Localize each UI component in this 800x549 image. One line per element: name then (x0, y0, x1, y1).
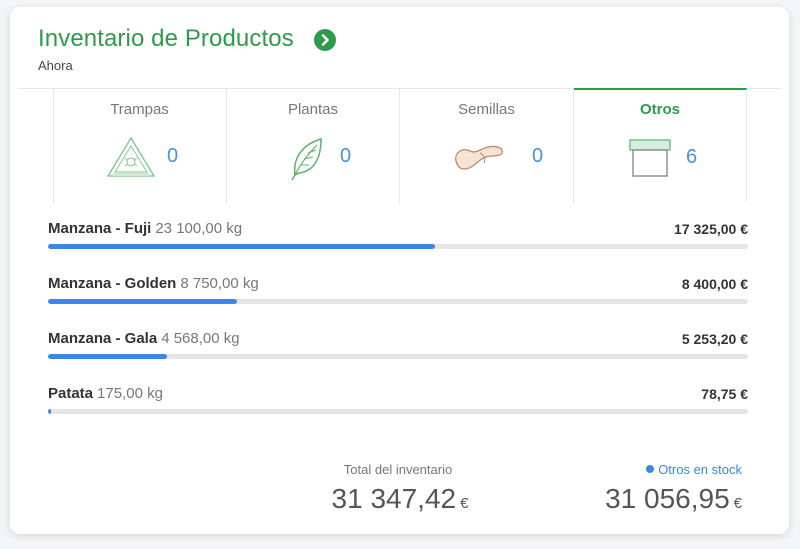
progress-bar (48, 354, 748, 359)
tab-trampas[interactable]: Trampas 0 (53, 89, 227, 203)
progress-bar (48, 244, 748, 249)
total-value: 31 347,42 € (331, 483, 469, 514)
progress-bar (48, 299, 748, 304)
box-icon (628, 138, 672, 183)
tab-otros[interactable]: Otros 6 (574, 88, 747, 202)
progress-fill (48, 299, 237, 304)
product-name: Manzana - Gala 4 568,00 kg (48, 330, 240, 347)
product-qty: 175,00 kg (97, 385, 163, 402)
trap-triangle-icon (105, 134, 157, 185)
list-item[interactable]: Patata 175,00 kg 78,75 € (48, 385, 748, 425)
card-subtitle: Ahora (38, 58, 73, 73)
progress-bar (48, 409, 748, 414)
legend-dot-icon (646, 465, 655, 473)
list-item[interactable]: Manzana - Fuji 23 100,00 kg 17 325,00 € (48, 220, 748, 260)
product-value: 8 400,00 € (681, 276, 748, 292)
product-value: 78,75 € (701, 386, 748, 402)
tab-plantas[interactable]: Plantas 0 (227, 89, 400, 203)
tab-label: Trampas (110, 101, 169, 118)
stock-legend: Otros en stock (646, 462, 742, 477)
tab-count: 0 (340, 145, 352, 167)
currency-symbol: € (733, 495, 742, 512)
tab-count: 0 (167, 145, 179, 167)
tabs-spacer (18, 89, 54, 203)
tab-label: Otros (639, 101, 680, 118)
stock-value: 31 056,95 € (605, 483, 742, 514)
product-name: Manzana - Fuji 23 100,00 kg (48, 220, 243, 237)
tab-count: 6 (686, 146, 698, 168)
currency-symbol: € (460, 495, 469, 512)
product-value: 17 325,00 € (674, 221, 748, 237)
list-item[interactable]: Manzana - Gala 4 568,00 kg 5 253,20 € (48, 330, 748, 370)
category-tabs: Trampas 0 Plantas 0 Semillas 0 Otros 6 (18, 88, 781, 203)
tab-label: Semillas (458, 101, 515, 118)
product-qty: 4 568,00 kg (161, 330, 240, 347)
product-qty: 23 100,00 kg (155, 220, 243, 237)
card-title: Inventario de Productos (38, 25, 294, 52)
progress-fill (48, 244, 436, 249)
progress-fill (48, 409, 51, 414)
progress-fill (48, 354, 167, 359)
tab-count: 0 (532, 145, 544, 167)
chevron-right-circle-icon[interactable] (314, 29, 336, 51)
product-qty: 8 750,00 kg (180, 275, 259, 292)
inventory-card: Inventario de Productos Ahora Trampas 0 … (10, 7, 789, 534)
leaf-icon (289, 135, 325, 186)
total-label: Total del inventario (343, 462, 453, 477)
list-item[interactable]: Manzana - Golden 8 750,00 kg 8 400,00 € (48, 275, 748, 315)
product-name: Manzana - Golden 8 750,00 kg (48, 275, 259, 292)
product-value: 5 253,20 € (681, 331, 748, 347)
seed-icon (452, 139, 506, 178)
product-name: Patata 175,00 kg (48, 385, 163, 402)
tab-semillas[interactable]: Semillas 0 (400, 89, 574, 203)
tab-label: Plantas (287, 101, 339, 118)
